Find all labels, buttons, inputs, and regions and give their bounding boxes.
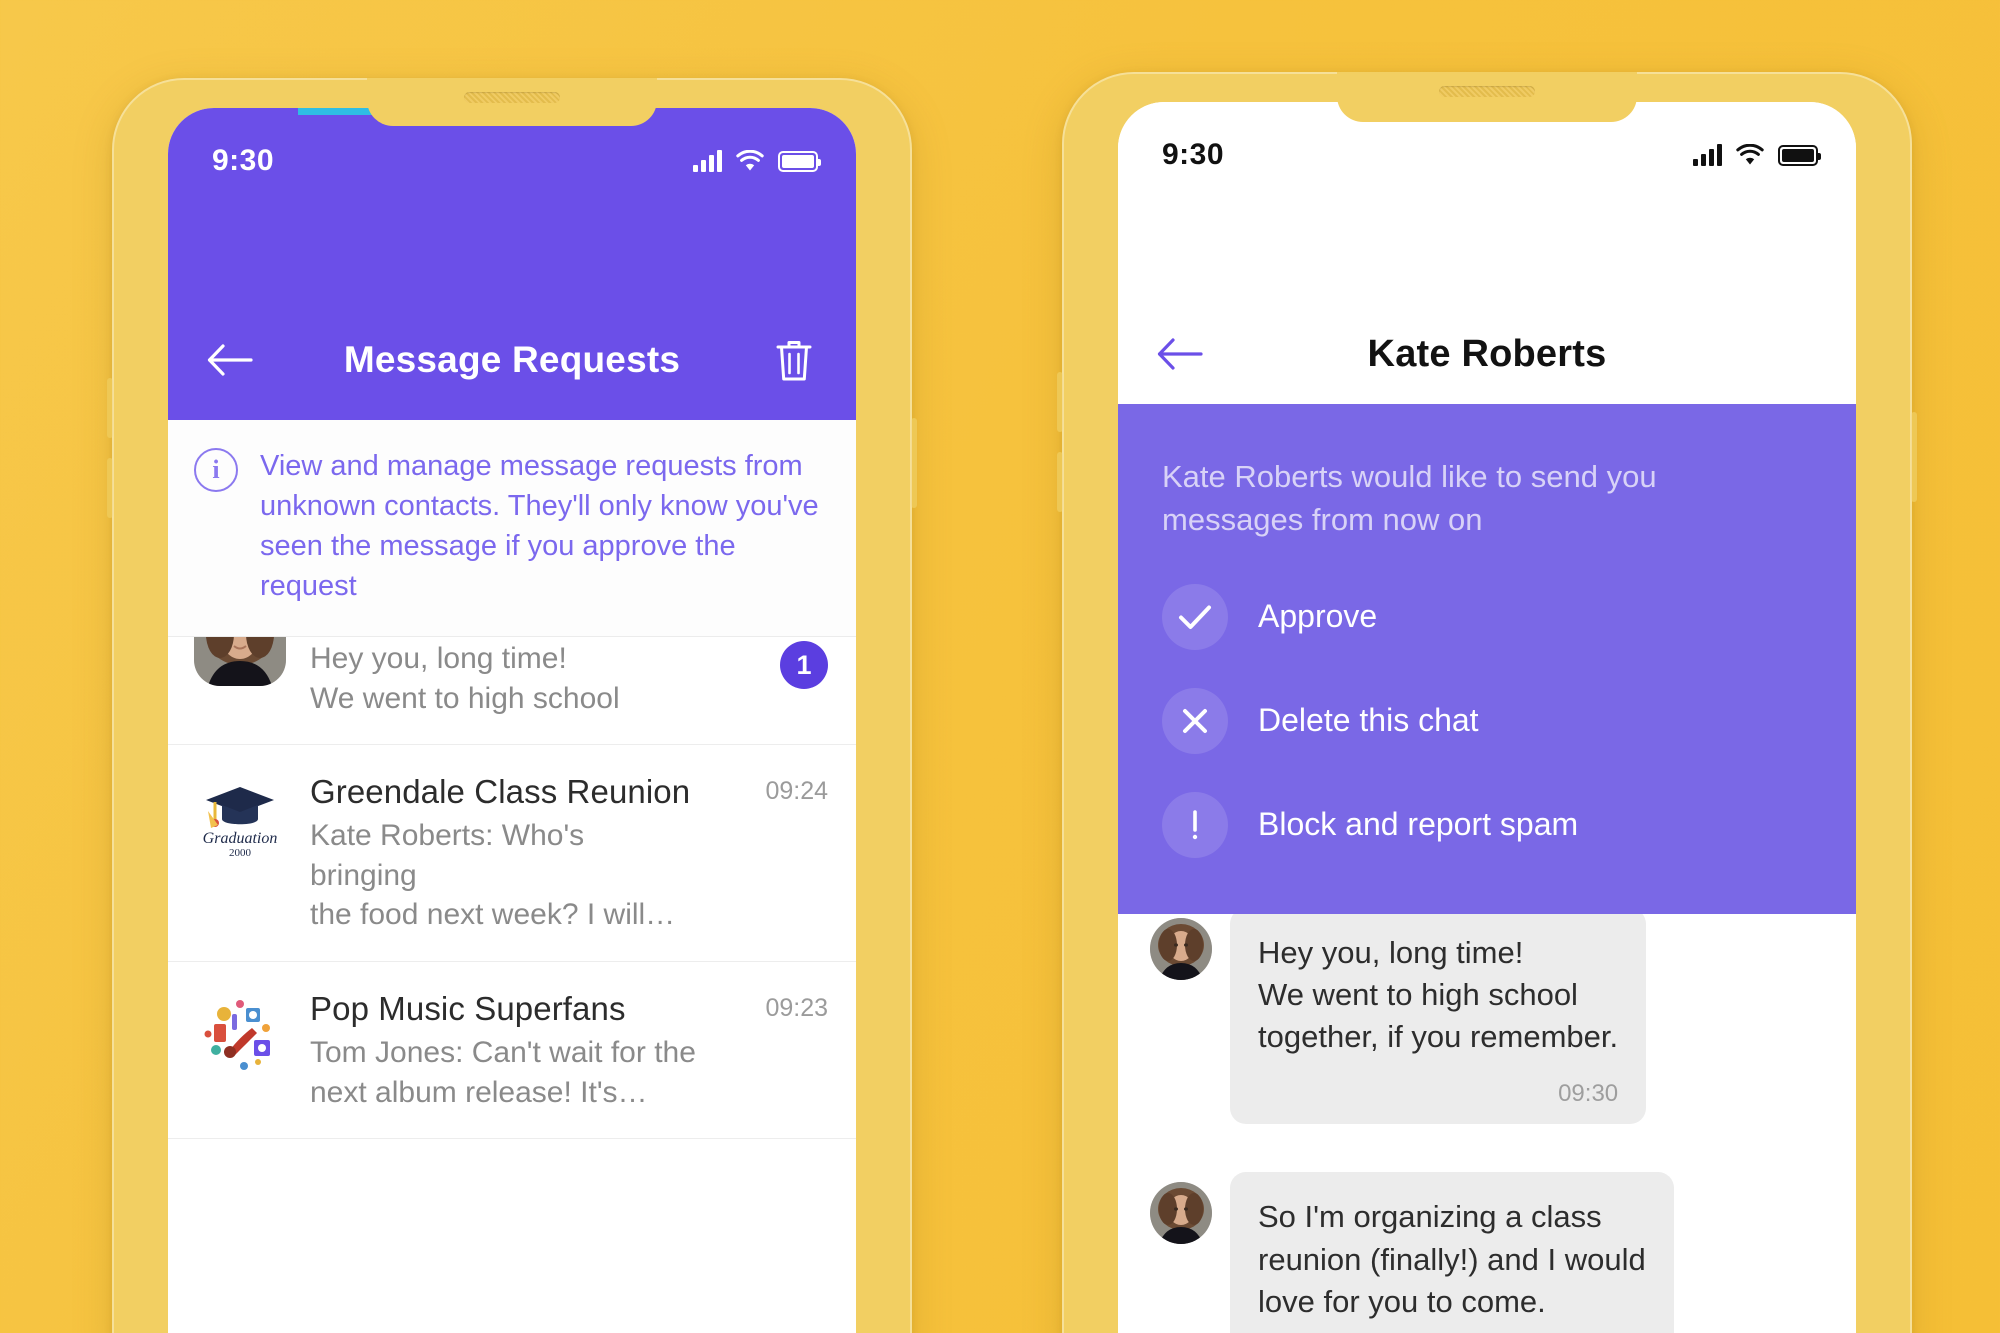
graduation-cap-avatar: Graduation 2000: [194, 771, 286, 864]
message-timestamp: 09:30: [1558, 1080, 1619, 1108]
svg-text:2000: 2000: [229, 847, 252, 859]
exclamation-icon: [1162, 791, 1228, 858]
table-row[interactable]: Pop Music Superfans Tom Jones: Can't wai…: [168, 962, 856, 1140]
message-line: together, if you remember.: [1258, 1019, 1619, 1055]
approve-request-panel: Kate Roberts would like to send you mess…: [1118, 404, 1856, 914]
table-row[interactable]: Graduation 2000 Greendale Class Reunion …: [168, 745, 856, 962]
phone-left-power-button: [911, 418, 917, 508]
chat-content: Pop Music Superfans Tom Jones: Can't wai…: [310, 988, 696, 1112]
appbar-spacer: [1766, 326, 1822, 382]
wifi-icon: [1736, 144, 1764, 166]
list-item: Hey you, long time! We went to high scho…: [1150, 908, 1818, 1125]
chat-meta: 09:23: [720, 988, 828, 1023]
chat-snippet-line2: We went to high school: [310, 681, 620, 715]
phone-right-power-button: [1911, 412, 1917, 502]
message-line: Hey you, long time!: [1258, 935, 1524, 970]
right-screen: 9:30 Kate Roberts Kate Roberts would lik…: [1118, 102, 1856, 1333]
chat-snippet-line1: Hey you, long time!: [310, 642, 567, 675]
trash-icon[interactable]: [766, 332, 822, 388]
block-report-action[interactable]: Block and report spam: [1162, 791, 1812, 858]
approve-action[interactable]: Approve: [1162, 583, 1812, 650]
phone-right-volume-down-button: [1057, 452, 1063, 512]
chat-snippet-line2: the food next week? I will…: [310, 898, 676, 932]
info-banner-text: View and manage message requests from un…: [260, 450, 819, 603]
chat-timestamp: 09:24: [765, 777, 828, 806]
info-icon: i: [194, 448, 238, 492]
music-collage-avatar: [194, 987, 286, 1080]
phone-left-volume-down-button: [107, 458, 113, 518]
wifi-icon: [736, 150, 764, 172]
phone-right-notch: [1337, 72, 1637, 122]
chat-title: Pop Music Superfans: [310, 989, 626, 1027]
info-banner: i View and manage message requests from …: [168, 420, 856, 638]
chat-snippet-line2: next album release! It's…: [310, 1075, 648, 1109]
status-icons: [1693, 144, 1821, 166]
status-icons: [693, 150, 821, 172]
status-time: 9:30: [1162, 138, 1225, 171]
delete-chat-action[interactable]: Delete this chat: [1162, 687, 1812, 754]
message-request-list: Kate Roberts Hey you, long time! We went…: [168, 568, 856, 1333]
phone-left: 9:30 Message Requests i View and manage …: [107, 78, 917, 1333]
back-arrow-icon[interactable]: [202, 332, 258, 388]
battery-icon: [778, 150, 821, 172]
chat-snippet-line1: Kate Roberts: Who's bringing: [310, 819, 585, 892]
page-title: Kate Roberts: [1367, 332, 1607, 375]
chat-title: Greendale Class Reunion: [310, 773, 691, 811]
message-bubble: So I'm organizing a class reunion (final…: [1230, 1172, 1674, 1333]
message-bubble: Hey you, long time! We went to high scho…: [1230, 908, 1647, 1125]
left-appbar: Message Requests: [168, 320, 856, 400]
phone-left-notch: [367, 78, 657, 126]
block-report-label: Block and report spam: [1258, 806, 1579, 843]
close-x-icon: [1162, 687, 1228, 754]
page-title: Message Requests: [343, 339, 681, 380]
back-arrow-icon[interactable]: [1152, 326, 1208, 382]
chat-thread: Hey you, long time! We went to high scho…: [1118, 872, 1856, 1333]
phone-right-speaker: [1439, 86, 1535, 97]
chat-timestamp: 09:23: [765, 993, 828, 1022]
phone-left-speaker: [464, 92, 560, 103]
chat-content: Greendale Class Reunion Kate Roberts: Wh…: [310, 771, 696, 935]
list-item: So I'm organizing a class reunion (final…: [1150, 1172, 1818, 1333]
phone-right: 9:30 Kate Roberts Kate Roberts would lik…: [1057, 72, 1917, 1333]
delete-chat-label: Delete this chat: [1258, 702, 1479, 739]
message-line: We went to high school: [1258, 977, 1578, 1013]
message-line: love for you to come.: [1258, 1283, 1546, 1319]
chat-snippet-line1: Tom Jones: Can't wait for the: [310, 1035, 696, 1069]
check-icon: [1162, 583, 1228, 650]
woman-portrait-avatar: [1150, 918, 1212, 980]
message-line: reunion (finally!) and I would: [1258, 1241, 1646, 1277]
message-line: So I'm organizing a class: [1258, 1199, 1602, 1235]
approve-panel-description: Kate Roberts would like to send you mess…: [1162, 459, 1657, 537]
phone-right-volume-button: [1057, 372, 1063, 432]
status-time: 9:30: [212, 144, 275, 177]
woman-portrait-avatar: [1150, 1182, 1212, 1245]
cellular-bars-icon: [1693, 144, 1722, 166]
cellular-bars-icon: [693, 150, 722, 172]
svg-text:Graduation: Graduation: [203, 830, 278, 847]
unread-badge: 1: [780, 641, 828, 689]
battery-icon: [1778, 144, 1821, 166]
approve-action-label: Approve: [1258, 598, 1378, 635]
chat-meta: 09:24: [720, 771, 828, 806]
phone-left-volume-button: [107, 378, 113, 438]
left-screen: 9:30 Message Requests i View and manage …: [168, 108, 856, 1333]
right-appbar: Kate Roberts: [1118, 314, 1856, 394]
